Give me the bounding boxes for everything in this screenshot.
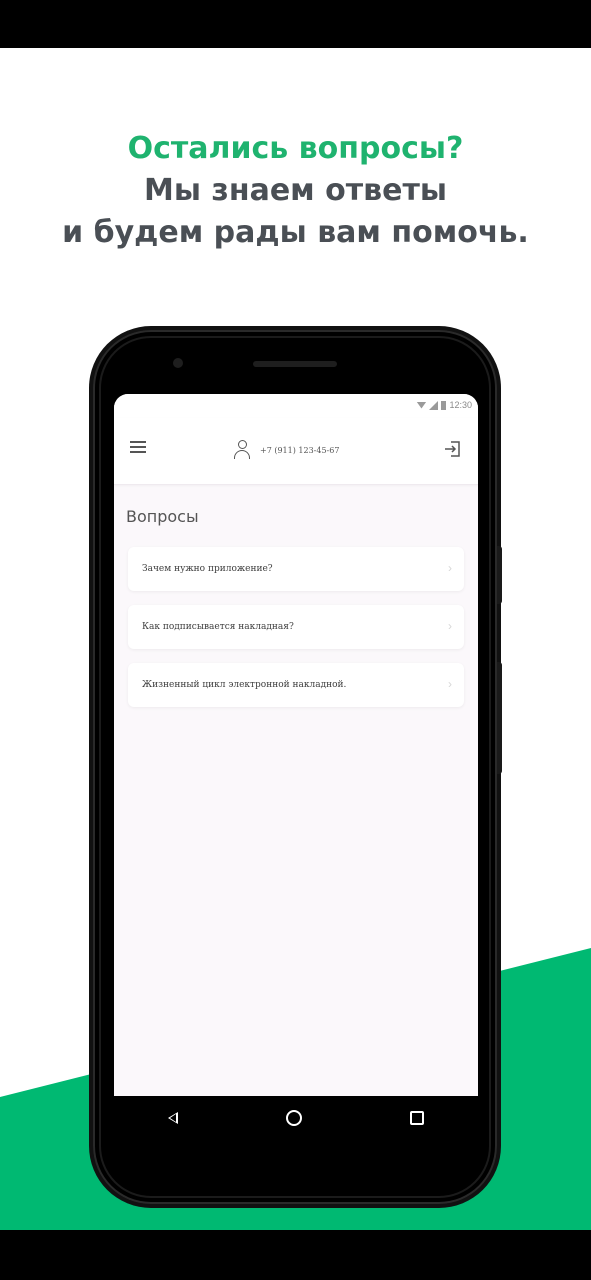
recents-icon[interactable] [410, 1111, 424, 1125]
question-item[interactable]: Жизненный цикл электронной накладной. › [128, 663, 464, 707]
user-phone-number: +7 (911) 123-45-67 [260, 445, 340, 455]
question-text: Как подписывается накладная? [142, 622, 294, 632]
system-bottom-bar [0, 1230, 591, 1280]
phone-volume-button [497, 662, 502, 774]
user-profile[interactable]: +7 (911) 123-45-67 [234, 440, 339, 460]
status-bar: 12:30 [114, 394, 478, 418]
home-icon[interactable] [286, 1110, 302, 1126]
user-icon [234, 440, 250, 460]
headline-line-3: и будем рады вам помочь. [62, 215, 529, 250]
phone-side-button [497, 546, 502, 604]
back-icon[interactable] [168, 1112, 178, 1124]
chevron-right-icon: › [448, 677, 452, 691]
speaker-grille [253, 361, 337, 367]
camera-icon [173, 358, 183, 368]
headline-line-1: Остались вопросы? [127, 131, 464, 166]
status-time: 12:30 [449, 400, 472, 410]
menu-icon[interactable] [130, 441, 146, 453]
question-text: Жизненный цикл электронной накладной. [142, 680, 347, 690]
headline-line-2: Мы знаем ответы [144, 173, 447, 208]
chevron-right-icon: › [448, 619, 452, 633]
question-text: Зачем нужно приложение? [142, 564, 273, 574]
phone-screen: 12:30 +7 (911) 123-45-67 Вопросы Зачем н… [114, 394, 478, 1096]
questions-list: Зачем нужно приложение? › Как подписывае… [114, 547, 478, 707]
logout-icon[interactable] [444, 440, 462, 458]
section-title: Вопросы [126, 507, 199, 526]
question-item[interactable]: Как подписывается накладная? › [128, 605, 464, 649]
system-top-bar [0, 0, 591, 48]
battery-icon [441, 400, 447, 410]
status-icons: 12:30 [416, 400, 472, 410]
android-nav-bar [114, 1096, 478, 1140]
app-bar: +7 (911) 123-45-67 [114, 418, 478, 485]
signal-icon [429, 400, 439, 410]
phone-mockup: 12:30 +7 (911) 123-45-67 Вопросы Зачем н… [93, 330, 502, 1204]
wifi-icon [416, 401, 427, 409]
chevron-right-icon: › [448, 561, 452, 575]
question-item[interactable]: Зачем нужно приложение? › [128, 547, 464, 591]
promo-headline: Остались вопросы? Мы знаем ответы и буде… [0, 128, 591, 254]
